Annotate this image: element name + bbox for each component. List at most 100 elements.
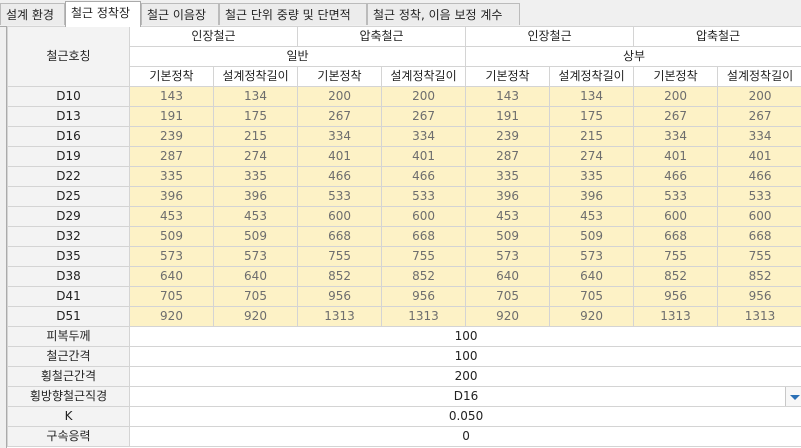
value-cell[interactable]: 175 [549,106,635,127]
value-cell[interactable]: 640 [129,266,214,287]
tab-correction-factors[interactable]: 철근 정착, 이음 보정 계수 [367,3,520,25]
value-cell[interactable]: 509 [549,226,635,247]
value-cell[interactable]: 1313 [381,306,467,327]
value-cell[interactable]: 533 [717,186,801,207]
value-cell[interactable]: 852 [297,266,383,287]
value-cell[interactable]: 274 [212,146,299,167]
tab-design-environment[interactable]: 설계 환경 [0,3,65,25]
value-cell[interactable]: 705 [129,286,214,307]
value-cell[interactable]: 334 [717,126,801,147]
tab-splice-length[interactable]: 철근 이음장 [141,3,219,25]
value-cell[interactable]: 200 [717,86,801,107]
value-cell[interactable]: 956 [297,286,383,307]
value-cell[interactable]: 396 [129,186,214,207]
value-cell[interactable]: 215 [212,126,299,147]
value-cell[interactable]: 191 [465,106,551,127]
value-cell[interactable]: 401 [717,146,801,167]
value-cell[interactable]: 143 [465,86,551,107]
value-cell[interactable]: 533 [633,186,719,207]
value-cell[interactable]: 215 [549,126,635,147]
param-value-field[interactable]: 0.050 [128,406,801,427]
value-cell[interactable]: 956 [381,286,467,307]
value-cell[interactable]: 287 [129,146,214,167]
value-cell[interactable]: 668 [381,226,467,247]
value-cell[interactable]: 509 [129,226,214,247]
value-cell[interactable]: 396 [549,186,635,207]
value-cell[interactable]: 755 [633,246,719,267]
param-value-field[interactable]: 200 [128,366,801,387]
value-cell[interactable]: 401 [633,146,719,167]
value-cell[interactable]: 668 [633,226,719,247]
value-cell[interactable]: 175 [212,106,299,127]
value-cell[interactable]: 755 [297,246,383,267]
value-cell[interactable]: 334 [381,126,467,147]
value-cell[interactable]: 453 [129,206,214,227]
value-cell[interactable]: 755 [381,246,467,267]
value-cell[interactable]: 335 [465,166,551,187]
value-cell[interactable]: 401 [381,146,467,167]
value-cell[interactable]: 668 [297,226,383,247]
value-cell[interactable]: 600 [297,206,383,227]
value-cell[interactable]: 1313 [633,306,719,327]
value-cell[interactable]: 705 [465,286,551,307]
value-cell[interactable]: 267 [717,106,801,127]
value-cell[interactable]: 1313 [297,306,383,327]
value-cell[interactable]: 200 [297,86,383,107]
value-cell[interactable]: 134 [549,86,635,107]
value-cell[interactable]: 852 [717,266,801,287]
value-cell[interactable]: 267 [297,106,383,127]
value-cell[interactable]: 1313 [717,306,801,327]
value-cell[interactable]: 668 [717,226,801,247]
value-cell[interactable]: 334 [297,126,383,147]
value-cell[interactable]: 466 [381,166,467,187]
value-cell[interactable]: 852 [381,266,467,287]
value-cell[interactable]: 401 [297,146,383,167]
dropdown-arrow-icon[interactable] [785,387,801,406]
param-dropdown[interactable]: D16 [128,386,801,407]
value-cell[interactable]: 600 [717,206,801,227]
value-cell[interactable]: 335 [129,166,214,187]
value-cell[interactable]: 396 [212,186,299,207]
value-cell[interactable]: 600 [381,206,467,227]
value-cell[interactable]: 573 [129,246,214,267]
tab-anchorage-length[interactable]: 철근 정착장 [65,1,141,27]
value-cell[interactable]: 533 [381,186,467,207]
tab-unit-weight-area[interactable]: 철근 단위 중량 및 단면적 [219,3,367,25]
value-cell[interactable]: 335 [549,166,635,187]
value-cell[interactable]: 466 [717,166,801,187]
value-cell[interactable]: 920 [465,306,551,327]
value-cell[interactable]: 453 [549,206,635,227]
value-cell[interactable]: 920 [212,306,299,327]
value-cell[interactable]: 466 [633,166,719,187]
value-cell[interactable]: 640 [549,266,635,287]
value-cell[interactable]: 852 [633,266,719,287]
value-cell[interactable]: 200 [633,86,719,107]
value-cell[interactable]: 267 [633,106,719,127]
value-cell[interactable]: 335 [212,166,299,187]
value-cell[interactable]: 920 [549,306,635,327]
value-cell[interactable]: 453 [465,206,551,227]
value-cell[interactable]: 453 [212,206,299,227]
value-cell[interactable]: 287 [465,146,551,167]
value-cell[interactable]: 274 [549,146,635,167]
value-cell[interactable]: 143 [129,86,214,107]
value-cell[interactable]: 267 [381,106,467,127]
value-cell[interactable]: 755 [717,246,801,267]
value-cell[interactable]: 573 [465,246,551,267]
value-cell[interactable]: 573 [549,246,635,267]
param-value-field[interactable]: 100 [128,326,801,347]
value-cell[interactable]: 509 [212,226,299,247]
value-cell[interactable]: 334 [633,126,719,147]
value-cell[interactable]: 533 [297,186,383,207]
param-value-field[interactable]: 100 [128,346,801,367]
value-cell[interactable]: 956 [717,286,801,307]
value-cell[interactable]: 509 [465,226,551,247]
value-cell[interactable]: 705 [549,286,635,307]
value-cell[interactable]: 600 [633,206,719,227]
value-cell[interactable]: 191 [129,106,214,127]
value-cell[interactable]: 239 [465,126,551,147]
value-cell[interactable]: 239 [129,126,214,147]
value-cell[interactable]: 640 [212,266,299,287]
value-cell[interactable]: 396 [465,186,551,207]
value-cell[interactable]: 956 [633,286,719,307]
